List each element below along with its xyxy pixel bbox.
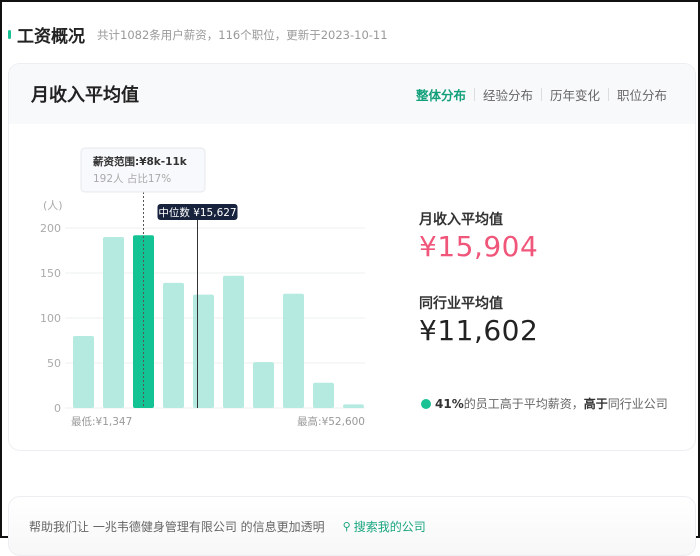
salary-card: 月收入平均值 整体分布 经验分布 历年变化 职位分布 (人) 0 50 100 150 2…	[8, 63, 696, 451]
help-text: 帮助我们让 一兆韦德健身管理有限公司 的信息更加透明	[29, 520, 325, 534]
tab-experience[interactable]: 经验分布	[475, 85, 541, 104]
section-header: 工资概况 共计1082条用户薪资，116个职位，更新于2023-10-11	[8, 22, 388, 47]
help-card: 帮助我们让 一兆韦德健身管理有限公司 的信息更加透明 ⚲ 搜索我的公司	[8, 496, 696, 556]
histogram-bar	[103, 237, 124, 408]
histogram-bar	[163, 282, 184, 408]
tooltip-title: 薪资范围:¥8k-11k	[93, 155, 188, 168]
salary-histogram: (人) 0 50 100 150 200 中位数 ¥15,627 薪资范围:¥8k-11k 19…	[40, 147, 365, 428]
tooltip-detail: 192人 占比17%	[93, 172, 171, 185]
note-bold: 高于	[583, 397, 608, 411]
tab-history[interactable]: 历年变化	[542, 85, 608, 104]
y-tick-label: 150	[40, 267, 61, 280]
y-tick-label: 0	[54, 402, 61, 415]
histogram-bar	[313, 382, 334, 408]
pie-icon	[421, 398, 431, 409]
y-tick-label: 200	[40, 222, 61, 235]
note-pct: 41%	[435, 396, 464, 411]
max-label: 最高:¥52,600	[297, 415, 365, 428]
search-company-link[interactable]: ⚲ 搜索我的公司	[343, 518, 426, 535]
search-icon: ⚲	[342, 520, 351, 533]
comparison-note: 41% 的员工高于平均薪资， 高于 同行业公司	[421, 395, 668, 412]
section-subtitle: 共计1082条用户薪资，116个职位，更新于2023-10-11	[97, 27, 388, 42]
tabs: 整体分布 经验分布 历年变化 职位分布	[408, 85, 675, 104]
note-text: 的员工高于平均薪资，	[463, 397, 584, 411]
avg-label: 月收入平均值	[419, 212, 503, 228]
tab-position[interactable]: 职位分布	[609, 85, 675, 104]
median-label: 中位数 ¥15,627	[158, 206, 236, 219]
y-tick-label: 100	[40, 312, 61, 325]
histogram-bar	[283, 293, 304, 408]
histogram-bar	[343, 404, 364, 408]
section-title: 工资概况	[17, 27, 85, 47]
note-end: 同行业公司	[607, 397, 668, 411]
min-label: 最低:¥1,347	[71, 415, 132, 428]
industry-value: ¥11,602	[419, 314, 539, 347]
histogram-bar	[223, 275, 244, 408]
avg-value: ¥15,904	[419, 230, 539, 263]
histogram-bar	[73, 336, 94, 408]
y-axis-label: (人)	[43, 199, 63, 212]
tooltip-box	[80, 147, 206, 193]
histogram-bar	[253, 362, 274, 408]
tab-overall[interactable]: 整体分布	[408, 85, 474, 104]
search-label: 搜索我的公司	[353, 520, 426, 534]
industry-label: 同行业平均值	[419, 296, 503, 312]
histogram-bar	[193, 294, 214, 408]
accent-bar	[8, 30, 11, 39]
y-tick-label: 50	[47, 357, 61, 370]
